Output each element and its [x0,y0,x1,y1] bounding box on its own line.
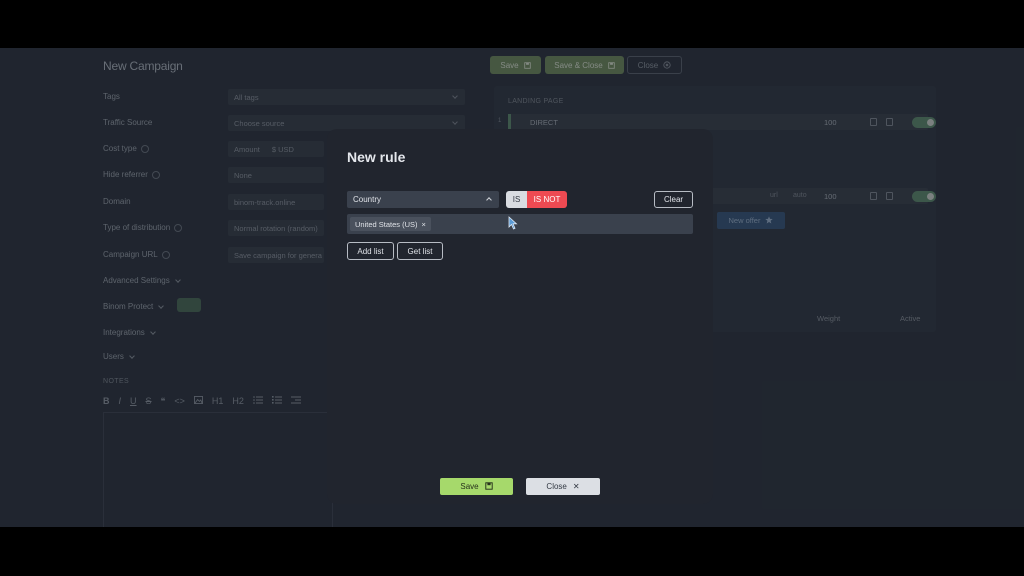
is-toggle-button[interactable]: IS [506,191,527,208]
mouse-cursor-icon [508,216,518,230]
tag-remove-icon[interactable]: × [422,220,426,229]
condition-field-select[interactable]: Country [347,191,499,208]
modal-save-button[interactable]: Save [440,478,513,495]
get-list-button[interactable]: Get list [397,242,443,260]
floppy-icon [484,481,493,492]
letterbox-bottom [0,527,1024,576]
close-icon: ✕ [572,482,580,491]
selected-tag: United States (US) × [350,217,431,231]
modal-title: New rule [347,149,406,165]
chevron-up-icon [486,197,492,203]
values-multiselect[interactable]: United States (US) × [347,214,693,234]
letterbox-top [0,0,1024,48]
is-not-toggle-button[interactable]: IS NOT [527,191,567,208]
clear-button[interactable]: Clear [654,191,693,208]
modal-close-button[interactable]: Close ✕ [526,478,600,495]
new-rule-modal: New rule Country IS IS NOT Clear United … [327,129,713,504]
add-list-button[interactable]: Add list [347,242,394,260]
